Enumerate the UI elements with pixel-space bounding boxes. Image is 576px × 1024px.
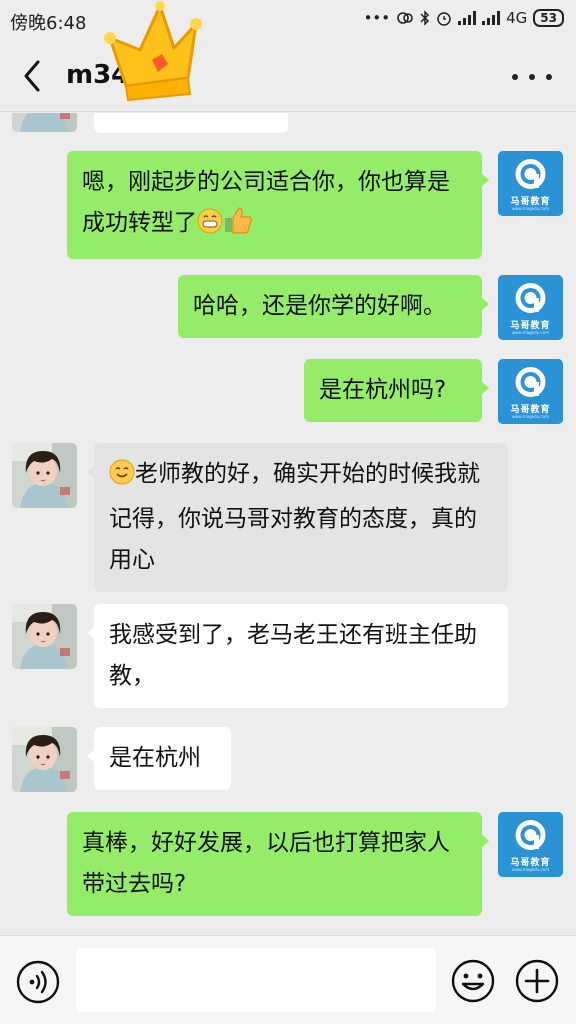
my-avatar-label: 马哥教育 www.magedu.com [510,405,551,419]
sync-icon [397,12,413,24]
signal-icon-2 [482,11,501,25]
plus-icon [515,959,559,1003]
emoji-icon [451,959,495,1003]
alarm-icon [437,12,451,26]
voice-icon [16,960,60,1004]
more-options-button[interactable] [514,958,560,1004]
more-button[interactable] [512,62,552,92]
message-bubble[interactable]: 嗯，刚起步的公司适合你，你也算是成功转型了 [67,151,489,259]
chat-header: m34 [0,40,576,112]
message-bubble[interactable]: 我感受到了，老马老王还有班主任助教， [87,604,508,708]
back-button[interactable] [18,58,48,94]
status-time: 傍晚6:48 [10,13,87,34]
voice-button[interactable] [16,960,60,1004]
signal-icon [458,11,477,25]
contact-avatar[interactable] [12,113,77,132]
grin-emoji-icon [197,207,223,248]
status-icons: ••• 4G 53 [364,9,564,27]
message-bubble[interactable]: 真棒，好好发展，以后也打算把家人带过去吗? [67,812,489,916]
message-bubble[interactable]: 老师教的好，确实开始的时候我就记得，你说马哥对教育的态度，真的用心 [87,443,508,592]
message-bubble[interactable]: 是在杭州吗? [304,359,489,422]
input-bar [0,935,576,1024]
crown-sticker-icon [104,1,202,102]
contact-avatar[interactable] [12,443,77,508]
partial-message [94,113,288,133]
more-dots-icon [512,74,518,80]
message-bubble[interactable]: 是在杭州 [87,727,231,790]
chevron-left-icon [24,60,40,92]
status-bar: 傍晚6:48 ••• 4G 53 [0,0,576,40]
my-avatar-label: 马哥教育 www.magedu.com [510,197,551,211]
notification-dots-icon: ••• [363,9,391,27]
message-list[interactable]: 嗯，刚起步的公司适合你，你也算是成功转型了 马哥教育 www.magedu.co… [0,113,576,935]
thumbs-up-emoji-icon [223,206,253,248]
message-input[interactable] [76,948,436,1012]
emoji-button[interactable] [450,958,496,1004]
battery-indicator: 53 [533,9,564,27]
my-avatar-label: 马哥教育 www.magedu.com [510,321,551,335]
network-type: 4G [506,9,528,27]
my-avatar-label: 马哥教育 www.magedu.com [510,858,551,872]
contact-avatar[interactable] [12,604,77,669]
contact-avatar[interactable] [12,727,77,792]
smile-emoji-icon [109,458,135,499]
bluetooth-icon [420,10,430,26]
message-bubble[interactable]: 哈哈，还是你学的好啊。 [178,275,489,338]
